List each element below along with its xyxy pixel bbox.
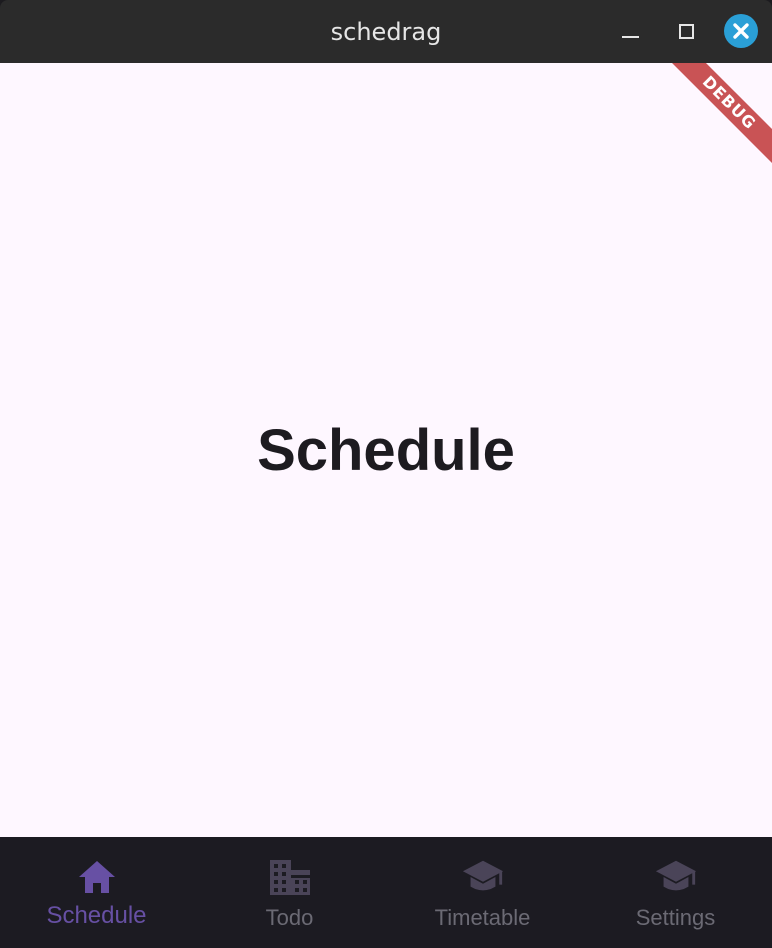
close-icon xyxy=(733,23,749,39)
page-heading: Schedule xyxy=(257,417,515,483)
debug-banner: DEBUG xyxy=(653,63,772,179)
nav-item-settings[interactable]: Settings xyxy=(579,837,772,948)
building-icon xyxy=(268,857,312,897)
nav-item-schedule[interactable]: Schedule xyxy=(0,837,193,948)
nav-label-timetable: Timetable xyxy=(434,905,531,930)
maximize-icon xyxy=(678,23,694,39)
graduation-cap-icon xyxy=(461,857,505,897)
window-titlebar[interactable]: schedrag xyxy=(0,0,772,63)
window-controls xyxy=(592,14,758,48)
graduation-cap-icon xyxy=(654,857,698,897)
nav-label-todo: Todo xyxy=(265,905,314,930)
main-content: Schedule DEBUG xyxy=(0,63,772,837)
minimize-button[interactable] xyxy=(612,14,648,48)
window-title: schedrag xyxy=(330,17,442,46)
nav-label-settings: Settings xyxy=(635,905,716,930)
bottom-navigation-bar: Schedule Todo Timetable Settings xyxy=(0,837,772,948)
maximize-button[interactable] xyxy=(668,14,704,48)
home-icon xyxy=(75,857,119,897)
nav-item-todo[interactable]: Todo xyxy=(193,837,386,948)
minimize-icon xyxy=(621,36,639,38)
nav-label-schedule: Schedule xyxy=(46,902,147,929)
nav-item-timetable[interactable]: Timetable xyxy=(386,837,579,948)
close-button[interactable] xyxy=(724,14,758,48)
